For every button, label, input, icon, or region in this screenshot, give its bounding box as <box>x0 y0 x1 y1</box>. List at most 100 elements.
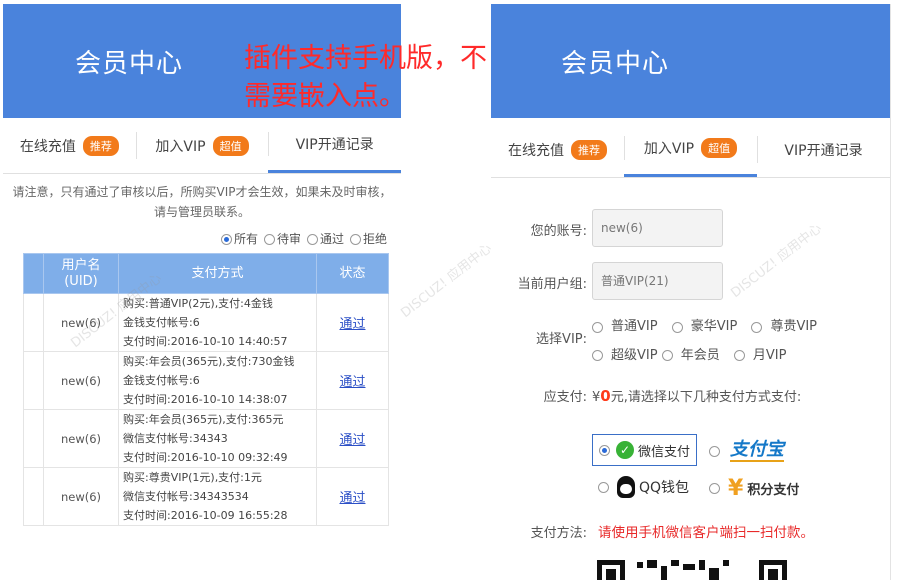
vip-label: 选择VIP: <box>536 332 587 347</box>
tab-label: 加入VIP <box>643 141 695 157</box>
row-blank <box>23 409 44 468</box>
table-row: new(6) 购买:年会员(365元),支付:730金钱 金钱支付帐号:6 支付… <box>23 351 389 410</box>
row-payment: 购买:尊贵VIP(1元),支付:1元 微信支付帐号:34343534 支付时间:… <box>118 467 317 526</box>
radio-icon[interactable] <box>709 483 720 494</box>
row-uid: new(6) <box>43 467 119 526</box>
row-status: 通过 <box>316 351 389 410</box>
row-payment: 购买:年会员(365元),支付:365元 微信支付帐号:34343 支付时间:2… <box>118 409 317 468</box>
header-uid: 用户名 (UID) <box>43 253 119 294</box>
filter-pending[interactable]: 待审 <box>263 230 301 247</box>
account-field[interactable]: new(6) <box>592 209 723 247</box>
value-badge: 超值 <box>701 138 738 158</box>
radio-icon[interactable] <box>598 481 609 493</box>
tab-label: VIP开通记录 <box>295 137 374 153</box>
vip-option-super[interactable]: 超级VIP <box>592 343 658 369</box>
group-row: 当前用户组: 普通VIP(21) <box>491 261 890 301</box>
radio-icon[interactable] <box>661 350 673 361</box>
row-blank <box>23 351 44 410</box>
status-link[interactable]: 通过 <box>339 375 365 390</box>
yen-icon: ¥ <box>728 476 744 501</box>
page-header: 会员中心 <box>491 4 890 118</box>
radio-icon[interactable] <box>306 234 318 245</box>
amount-number: 0 <box>600 387 611 405</box>
tab-label: 在线充值 <box>19 138 76 155</box>
value-badge: 超值 <box>212 135 249 156</box>
pay-method-alipay[interactable]: 支付宝 <box>709 440 784 462</box>
status-link[interactable]: 通过 <box>339 433 365 448</box>
tab-join-vip[interactable]: 加入VIP 超值 <box>135 118 269 173</box>
status-link[interactable]: 通过 <box>339 491 365 506</box>
row-uid: new(6) <box>43 409 119 468</box>
row-status: 通过 <box>316 467 389 526</box>
radio-icon[interactable] <box>751 321 763 333</box>
table-row: new(6) 购买:年会员(365元),支付:365元 微信支付帐号:34343… <box>23 409 389 468</box>
row-payment: 购买:年会员(365元),支付:730金钱 金钱支付帐号:6 支付时间:2016… <box>118 351 317 410</box>
radio-icon[interactable] <box>592 350 603 361</box>
page-title: 会员中心 <box>561 48 670 79</box>
group-field[interactable]: 普通VIP(21) <box>592 262 723 300</box>
tab-vip-records[interactable]: VIP开通记录 <box>757 122 890 177</box>
row-uid: new(6) <box>43 351 119 410</box>
vip-option-normal[interactable]: 普通VIP <box>592 314 658 340</box>
amount-row: 应支付: ¥0元,请选择以下几种支付方式支付: <box>491 384 890 408</box>
tab-bar: 在线充值 推荐 加入VIP 超值 VIP开通记录 <box>3 118 401 174</box>
tab-vip-records[interactable]: VIP开通记录 <box>268 118 401 173</box>
promo-annotation: 插件支持手机版，不 需要嵌入点。 <box>244 40 544 116</box>
row-status: 通过 <box>316 409 389 468</box>
header-payment: 支付方式 <box>118 253 317 294</box>
row-blank <box>23 467 44 526</box>
tab-label: VIP开通记录 <box>784 142 863 159</box>
tab-bar: 在线充值 推荐 加入VIP 超值 VIP开通记录 <box>491 122 890 178</box>
row-uid: new(6) <box>43 293 119 352</box>
vip-option-noble[interactable]: 尊贵VIP <box>751 314 817 340</box>
row-status: 通过 <box>316 293 389 352</box>
tab-label: 在线充值 <box>508 142 564 159</box>
header-status: 状态 <box>316 253 389 294</box>
radio-icon[interactable] <box>263 234 275 245</box>
watermark: DISCUZ! 应用中心 <box>398 241 495 322</box>
tab-join-vip[interactable]: 加入VIP 超值 <box>624 122 757 177</box>
account-label: 您的账号: <box>530 224 587 239</box>
alipay-logo: 支付宝 <box>730 439 784 462</box>
radio-icon[interactable] <box>349 234 361 245</box>
method-instruction: 请使用手机微信客户端扫一扫付款。 <box>598 525 814 541</box>
radio-icon[interactable] <box>592 321 603 333</box>
vip-option-monthly[interactable]: 月VIP <box>733 343 786 369</box>
recommend-badge: 推荐 <box>82 135 119 156</box>
row-payment: 购买:普通VIP(2元),支付:4金钱 金钱支付帐号:6 支付时间:2016-1… <box>118 293 317 352</box>
filter-all[interactable]: 所有 <box>220 230 258 247</box>
records-table: 用户名 (UID) 支付方式 状态 new(6) 购买:普通VIP(2元),支付… <box>23 253 389 526</box>
pay-method-wechat[interactable]: ✓ 微信支付 <box>592 434 698 466</box>
radio-icon[interactable] <box>220 234 232 245</box>
method-label: 支付方法: <box>530 526 587 541</box>
right-panel-join-vip: 会员中心 在线充值 推荐 加入VIP 超值 VIP开通记录 您的账号: new(… <box>491 4 891 580</box>
account-row: 您的账号: new(6) <box>491 208 890 248</box>
annotation-line-2: 需要嵌入点。 <box>244 81 406 112</box>
review-notice: 请注意，只有通过了审核以后，所购买VIP才会生效，如果未及时审核， 请与管理员联… <box>3 174 401 222</box>
vip-option-luxury[interactable]: 豪华VIP <box>671 314 737 340</box>
row-blank <box>23 293 44 352</box>
vip-select-row: 选择VIP: 普通VIP 豪华VIP 尊贵VIP 超级VIP 年会员 月VIP <box>491 312 890 371</box>
annotation-line-1: 插件支持手机版，不 <box>244 43 487 74</box>
status-filter: 所有 待审 通过 拒绝 <box>3 222 401 253</box>
pay-method-qq[interactable]: QQ钱包 <box>598 476 689 498</box>
tab-online-recharge[interactable]: 在线充值 推荐 <box>491 122 624 177</box>
method-row: 支付方法: 请使用手机微信客户端扫一扫付款。 <box>491 520 890 542</box>
vip-option-yearly[interactable]: 年会员 <box>661 343 720 369</box>
wechat-icon: ✓ <box>616 441 634 459</box>
filter-approved[interactable]: 通过 <box>306 230 344 247</box>
tab-label: 加入VIP <box>155 138 206 155</box>
qr-code-image <box>597 560 787 580</box>
vip-options: 普通VIP 豪华VIP 尊贵VIP 超级VIP 年会员 月VIP <box>592 314 887 371</box>
recommend-badge: 推荐 <box>571 139 607 160</box>
table-row: new(6) 购买:尊贵VIP(1元),支付:1元 微信支付帐号:3434353… <box>23 467 389 526</box>
pay-method-points[interactable]: ¥ 积分支付 <box>709 476 799 501</box>
radio-icon[interactable] <box>709 445 720 457</box>
filter-rejected[interactable]: 拒绝 <box>349 230 387 247</box>
radio-icon[interactable] <box>599 444 610 456</box>
amount-label: 应支付: <box>543 390 587 405</box>
radio-icon[interactable] <box>733 350 745 361</box>
tab-online-recharge[interactable]: 在线充值 推荐 <box>3 118 136 173</box>
radio-icon[interactable] <box>671 321 683 333</box>
status-link[interactable]: 通过 <box>339 317 365 332</box>
